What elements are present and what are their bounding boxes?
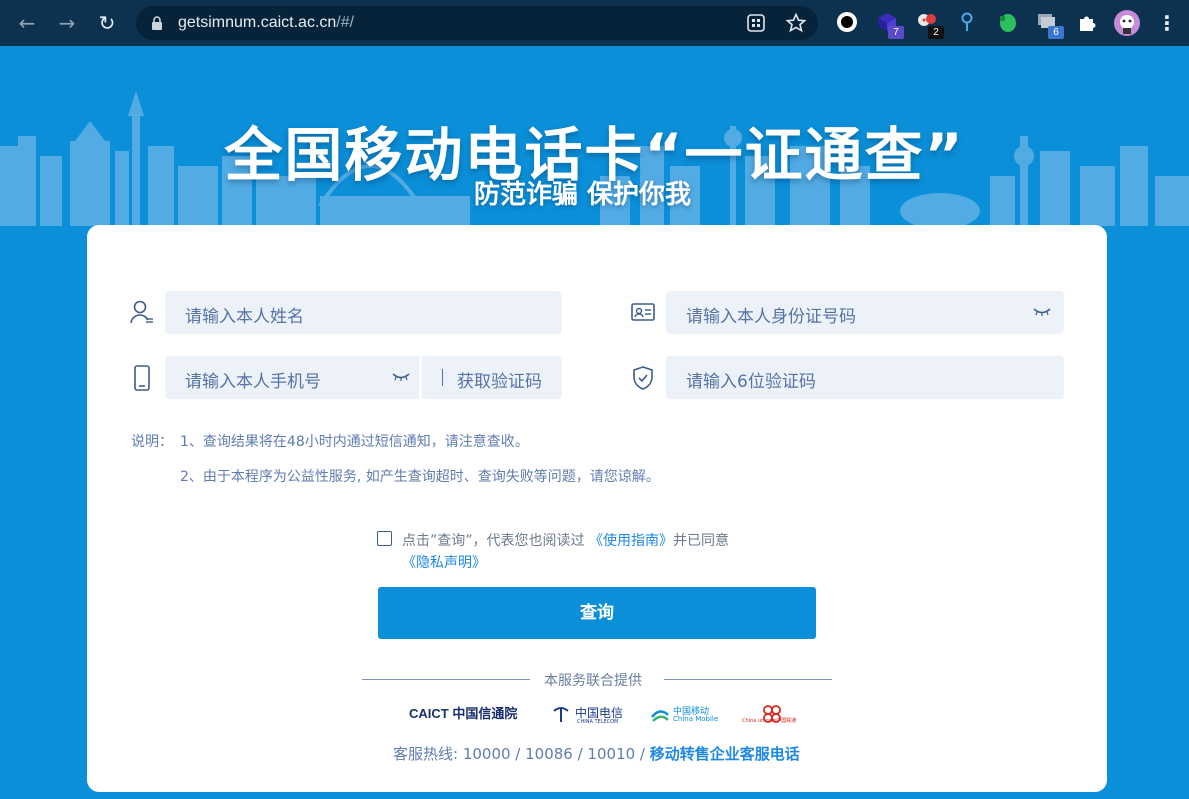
divider-line-left [362, 679, 530, 680]
shield-check-icon [633, 366, 653, 390]
agree-checkbox[interactable] [377, 531, 392, 546]
verification-code-placeholder: 请输入6位验证码 [686, 372, 816, 392]
evernote-icon[interactable] [996, 11, 1018, 33]
telecom-emblem-icon [553, 707, 569, 722]
hide-phone-eye-icon[interactable] [391, 372, 411, 382]
field-divider [419, 356, 422, 399]
name-placeholder: 请输入本人姓名 [185, 307, 304, 327]
query-form-card: 请输入本人姓名 请输入本人身份证号码 请输入本人手机号 获取验证码 请输入6位验… [87, 225, 1107, 792]
notes-label: 说明： [131, 434, 173, 450]
url-host: getsimnum.caict.ac.cn [178, 14, 337, 31]
extension-circle-icon[interactable] [836, 11, 858, 33]
phone-placeholder: 请输入本人手机号 [185, 372, 321, 392]
extension-tabs-icon[interactable]: 6 [1036, 11, 1064, 39]
banner-subtitle: 防范诈骗 保护你我 [474, 180, 692, 210]
forward-arrow-icon[interactable]: → [52, 8, 82, 38]
url-text[interactable]: getsimnum.caict.ac.cn/#/ [178, 14, 354, 32]
verification-code-input[interactable]: 请输入6位验证码 [666, 356, 1064, 399]
note-line-2: 2、由于本程序为公益性服务, 如产生查询超时、查询失败等问题，请您谅解。 [180, 469, 660, 485]
mobile-emblem-icon [651, 710, 669, 722]
phone-input[interactable]: 请输入本人手机号 获取验证码 [165, 356, 562, 399]
note-line-1: 1、查询结果将在48小时内通过短信通知，请注意查收。 [180, 434, 529, 450]
extension-pin-icon[interactable] [956, 11, 978, 33]
browser-toolbar: ← → ↻ getsimnum.caict.ac.cn/#/ 7 2 6 ⋮ [0, 0, 1189, 46]
bookmark-star-icon[interactable] [786, 13, 806, 33]
browser-menu-icon[interactable]: ⋮ [1152, 8, 1182, 38]
separator [442, 369, 443, 386]
mobile-phone-icon [134, 365, 150, 391]
reload-icon[interactable]: ↻ [92, 8, 122, 38]
lock-icon[interactable] [151, 16, 163, 30]
get-code-button[interactable]: 获取验证码 [457, 367, 542, 392]
address-bar[interactable]: getsimnum.caict.ac.cn/#/ [136, 6, 818, 40]
extensions-puzzle-icon[interactable] [1076, 11, 1098, 33]
extension-dice-icon[interactable]: 2 [916, 11, 944, 39]
mvno-hotline-link[interactable]: 移动转售企业客服电话 [650, 745, 800, 763]
hotline-text: 客服热线: 10000 / 10086 / 10010 / 移动转售企业客服电话 [393, 743, 800, 764]
divider-line-right [664, 679, 832, 680]
extension-badge: 2 [928, 26, 944, 39]
extension-badge: 6 [1048, 26, 1064, 39]
extension-badge: 7 [888, 26, 904, 39]
usage-guide-link[interactable]: 《使用指南》 [589, 533, 673, 549]
name-input[interactable]: 请输入本人姓名 [165, 291, 562, 334]
privacy-link[interactable]: 《隐私声明》 [402, 555, 486, 571]
user-icon [130, 300, 153, 324]
agreement-text: 点击”查询”，代表您也阅读过 《使用指南》并已同意 [402, 530, 729, 550]
url-path: /#/ [336, 14, 355, 31]
hero-banner: 全国移动电话卡“一证通查” 防范诈骗 保护你我 [0, 46, 1189, 226]
back-arrow-icon[interactable]: ← [12, 8, 42, 38]
id-number-input[interactable]: 请输入本人身份证号码 [666, 291, 1064, 334]
agreement-middle: 并已同意 [672, 533, 729, 549]
qr-code-icon[interactable] [747, 14, 765, 32]
id-card-icon [631, 303, 655, 321]
hide-password-eye-icon[interactable] [1032, 307, 1052, 317]
caict-logo: CAICT 中国信通院 [409, 706, 518, 721]
id-number-placeholder: 请输入本人身份证号码 [686, 307, 856, 327]
agreement-line-2: 《隐私声明》 [402, 552, 486, 572]
hotline-numbers: 客服热线: 10000 / 10086 / 10010 / [393, 745, 645, 763]
profile-avatar[interactable] [1114, 10, 1140, 36]
agreement-prefix: 点击”查询”，代表您也阅读过 [402, 533, 585, 549]
extension-cube-icon[interactable]: 7 [876, 11, 904, 39]
query-button[interactable]: 查询 [378, 587, 816, 639]
provided-by-label: 本服务联合提供 [544, 673, 642, 689]
